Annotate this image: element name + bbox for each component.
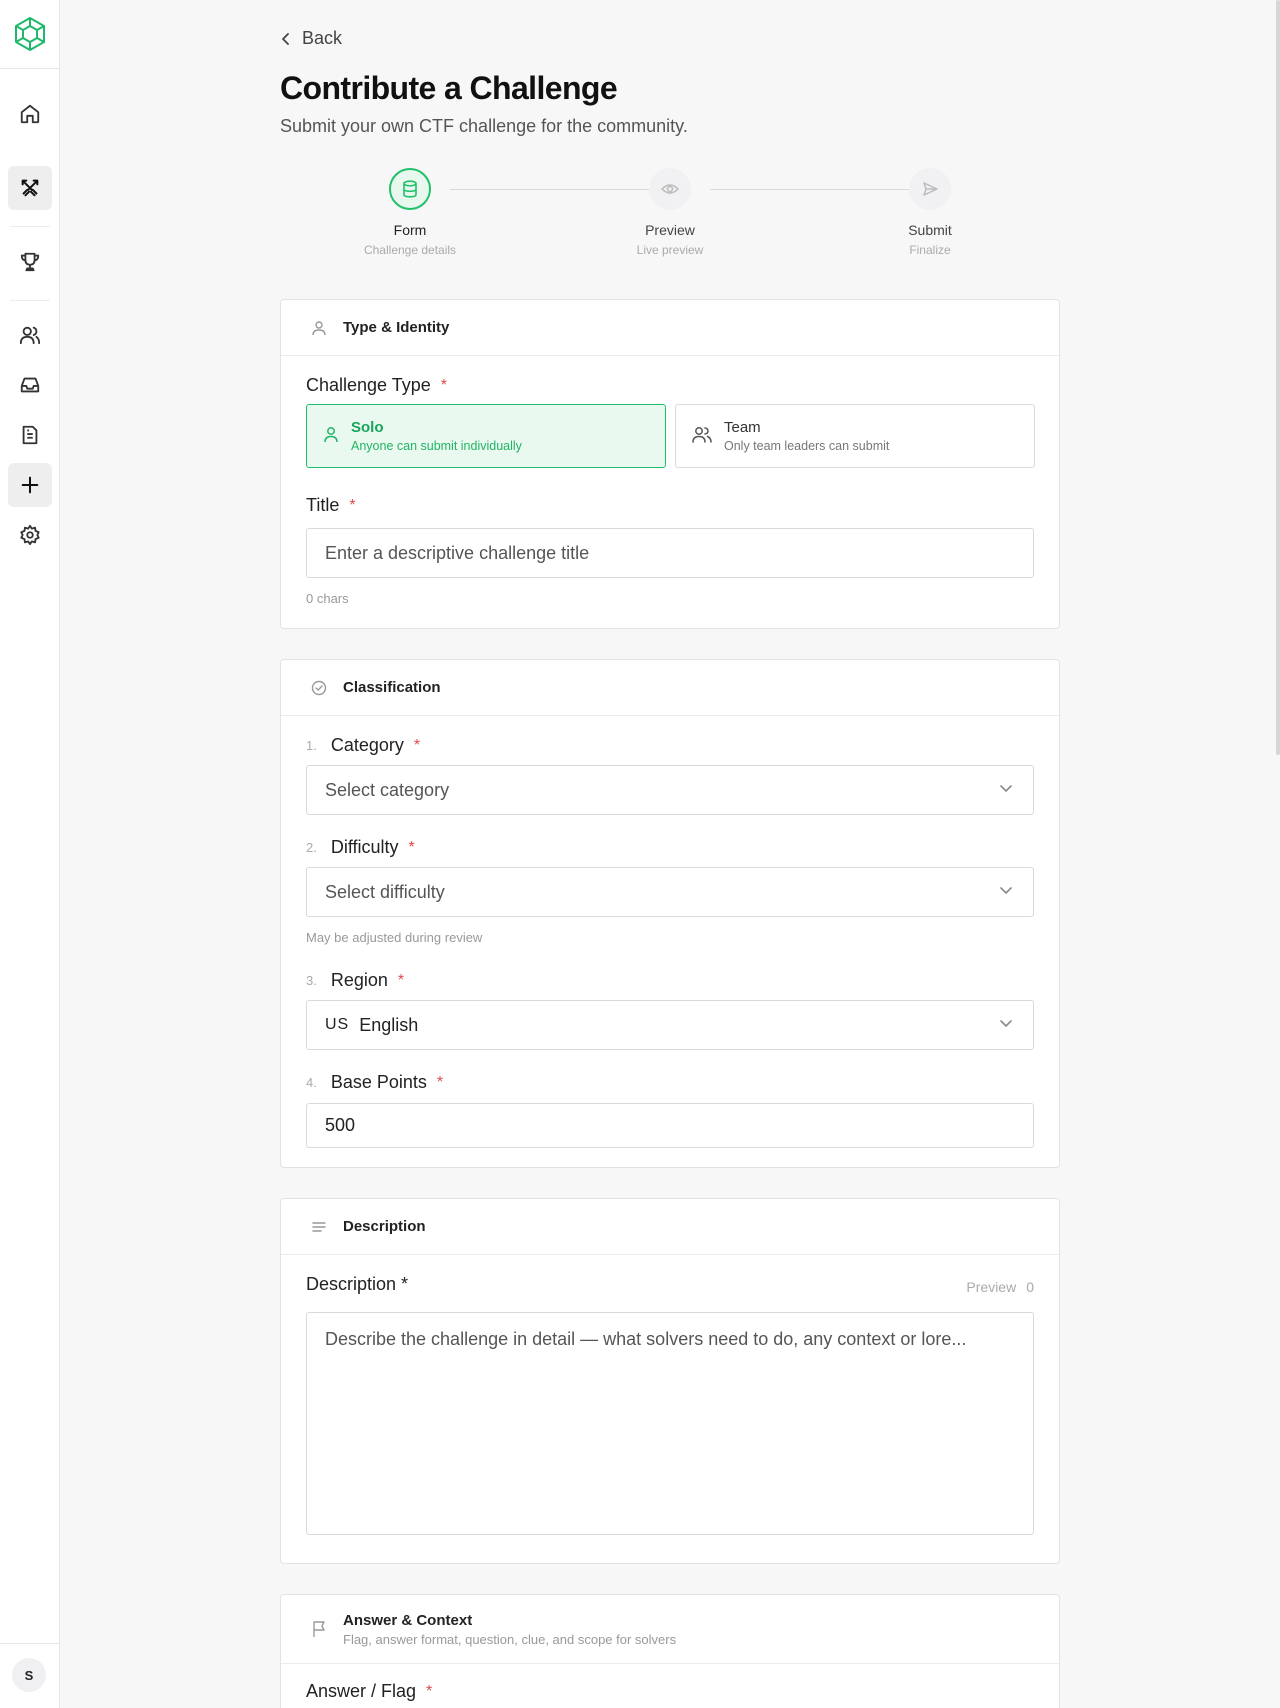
challenge-type-label: Challenge Type * <box>306 375 447 395</box>
description-label: Description * <box>306 1274 409 1294</box>
step-label: Form <box>393 222 427 238</box>
page-subtitle: Submit your own CTF challenge for the co… <box>280 116 688 136</box>
text-lines-icon <box>311 1219 327 1235</box>
chevron-left-icon <box>282 32 289 45</box>
sidebar-divider <box>0 1643 59 1644</box>
gear-icon <box>20 524 40 546</box>
step-submit[interactable]: Submit Finalize <box>850 168 1010 257</box>
trophy-icon <box>20 252 40 272</box>
section-title: Answer & Context <box>343 1611 473 1629</box>
send-icon <box>923 182 938 196</box>
avatar[interactable]: S <box>12 1658 46 1692</box>
chevron-down-icon <box>1000 1020 1012 1028</box>
title-input[interactable]: Enter a descriptive challenge title <box>306 528 1034 578</box>
document-icon <box>22 425 38 445</box>
answer-context-card: Answer & Context Flag, answer format, qu… <box>280 1594 1060 1708</box>
check-circle-icon <box>311 680 327 696</box>
difficulty-select[interactable]: Select difficulty <box>306 867 1034 917</box>
sidebar-item-leaderboard[interactable] <box>8 240 52 284</box>
section-title: Classification <box>343 679 441 696</box>
option-sub: Anyone can submit individually <box>351 439 522 453</box>
section-subtitle: Flag, answer format, question, clue, and… <box>343 1631 677 1647</box>
region-label: 3. Region * <box>306 970 405 990</box>
description-card: Description Description * Preview 0 Desc… <box>280 1198 1060 1564</box>
users-icon <box>19 326 41 345</box>
back-label: Back <box>302 28 343 48</box>
card-header: Description <box>281 1199 1059 1255</box>
difficulty-hint: May be adjusted during review <box>306 930 483 945</box>
eye-icon <box>661 184 679 194</box>
step-label: Preview <box>645 222 695 238</box>
sidebar-divider <box>10 300 50 301</box>
chevron-down-icon <box>1000 887 1012 895</box>
step-sub: Challenge details <box>363 243 457 257</box>
category-select[interactable]: Select category <box>306 765 1034 815</box>
description-char-count: 0 <box>1026 1279 1034 1295</box>
section-title: Type & Identity <box>343 319 450 336</box>
plus-icon <box>21 476 39 494</box>
step-sub: Finalize <box>909 243 951 257</box>
sidebar-divider <box>0 68 59 69</box>
description-textarea[interactable]: Describe the challenge in detail — what … <box>306 1312 1034 1535</box>
swords-icon <box>21 179 39 197</box>
flag-icon <box>311 1621 327 1637</box>
section-title: Description <box>343 1218 426 1235</box>
step-label: Submit <box>908 222 952 238</box>
stepper: Form Challenge details Preview Live prev… <box>280 168 1060 268</box>
sidebar-item-teams[interactable] <box>8 313 52 357</box>
sidebar-divider <box>10 226 50 227</box>
card-header: Type & Identity <box>281 300 1059 356</box>
users-icon <box>692 425 712 448</box>
title-label: Title * <box>306 495 356 515</box>
card-header: Answer & Context Flag, answer format, qu… <box>281 1595 1059 1664</box>
card-header: Classification <box>281 660 1059 716</box>
type-option-team[interactable]: Team Only team leaders can submit <box>675 404 1035 468</box>
back-button[interactable]: Back <box>280 28 342 49</box>
base-points-label: 4. Base Points * <box>306 1072 444 1092</box>
inbox-icon <box>20 377 40 393</box>
sidebar-item-submissions[interactable] <box>8 413 52 457</box>
base-points-input[interactable]: 500 <box>306 1103 1034 1148</box>
sidebar-item-home[interactable] <box>8 92 52 136</box>
step-sub: Live preview <box>636 243 704 257</box>
option-sub: Only team leaders can submit <box>724 439 890 453</box>
preview-toggle[interactable]: Preview <box>966 1279 1016 1295</box>
option-title: Team <box>724 419 761 436</box>
option-title: Solo <box>351 419 384 436</box>
scrollbar[interactable] <box>1276 0 1280 755</box>
description-meta: Preview 0 <box>966 1279 1034 1295</box>
step-form[interactable]: Form Challenge details <box>330 168 490 257</box>
user-icon <box>323 425 339 448</box>
page-title: Contribute a Challenge <box>280 70 618 106</box>
logo-icon[interactable] <box>12 14 48 54</box>
home-icon <box>20 104 40 124</box>
answer-flag-label: Answer / Flag * <box>306 1681 433 1701</box>
step-preview[interactable]: Preview Live preview <box>590 168 750 257</box>
sidebar-item-settings[interactable] <box>8 513 52 557</box>
chevron-down-icon <box>1000 785 1012 793</box>
user-icon <box>311 320 327 336</box>
sidebar: S <box>0 0 60 1708</box>
sidebar-item-inbox[interactable] <box>8 363 52 407</box>
category-label: 1. Category * <box>306 735 421 755</box>
type-identity-card: Type & Identity Challenge Type * Solo Any… <box>280 299 1060 629</box>
char-count: 0 chars <box>306 591 349 606</box>
database-icon <box>403 180 417 198</box>
type-option-solo[interactable]: Solo Anyone can submit individually <box>306 404 666 468</box>
sidebar-item-challenges[interactable] <box>8 166 52 210</box>
difficulty-label: 2. Difficulty * <box>306 837 415 857</box>
classification-card: Classification 1. Category * Select catego… <box>280 659 1060 1168</box>
region-select[interactable]: US English <box>306 1000 1034 1050</box>
flag-icon: US <box>325 1016 350 1033</box>
sidebar-item-contribute[interactable] <box>8 463 52 507</box>
